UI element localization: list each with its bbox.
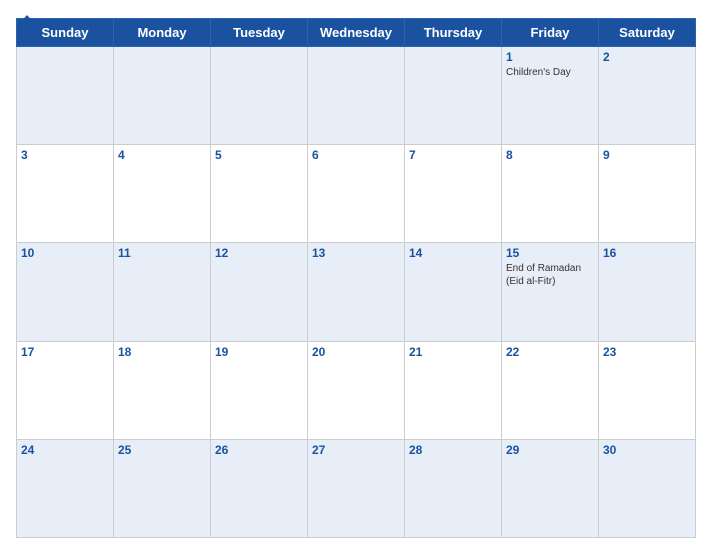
calendar-cell: 6 (308, 145, 405, 243)
weekday-header-wednesday: Wednesday (308, 19, 405, 47)
calendar-cell: 1 Children's Day (502, 47, 599, 145)
calendar-cell (17, 47, 114, 145)
calendar-cell: 19 (211, 341, 308, 439)
day-number: 22 (506, 345, 594, 359)
day-number: 14 (409, 246, 497, 260)
calendar-week-row: 3456789 (17, 145, 696, 243)
day-number: 9 (603, 148, 691, 162)
calendar-week-row: 1 Children's Day 2 (17, 47, 696, 145)
calendar-cell: 24 (17, 439, 114, 537)
day-number: 20 (312, 345, 400, 359)
calendar-table: SundayMondayTuesdayWednesdayThursdayFrid… (16, 18, 696, 538)
calendar-cell: 11 (114, 243, 211, 341)
calendar-cell: 12 (211, 243, 308, 341)
day-number: 12 (215, 246, 303, 260)
day-number: 18 (118, 345, 206, 359)
calendar-cell: 15 End of Ramadan (Eid al-Fitr) (502, 243, 599, 341)
weekday-header-monday: Monday (114, 19, 211, 47)
holiday-label: Children's Day (506, 66, 594, 79)
calendar-cell: 7 (405, 145, 502, 243)
day-number: 6 (312, 148, 400, 162)
day-number: 21 (409, 345, 497, 359)
day-number: 19 (215, 345, 303, 359)
day-number: 4 (118, 148, 206, 162)
calendar-cell: 10 (17, 243, 114, 341)
calendar-cell: 8 (502, 145, 599, 243)
holiday-label: End of Ramadan (Eid al-Fitr) (506, 262, 594, 288)
day-number: 10 (21, 246, 109, 260)
day-number: 7 (409, 148, 497, 162)
weekday-header-tuesday: Tuesday (211, 19, 308, 47)
day-number: 27 (312, 443, 400, 457)
calendar-page: SundayMondayTuesdayWednesdayThursdayFrid… (0, 0, 712, 550)
day-number: 8 (506, 148, 594, 162)
calendar-cell: 14 (405, 243, 502, 341)
calendar-cell: 21 (405, 341, 502, 439)
calendar-cell: 5 (211, 145, 308, 243)
calendar-cell: 17 (17, 341, 114, 439)
day-number: 30 (603, 443, 691, 457)
calendar-cell: 9 (599, 145, 696, 243)
calendar-cell: 13 (308, 243, 405, 341)
day-number: 5 (215, 148, 303, 162)
logo (16, 12, 36, 40)
weekday-header-thursday: Thursday (405, 19, 502, 47)
calendar-cell: 2 (599, 47, 696, 145)
calendar-week-row: 17 18 19 20 21 22 23 (17, 341, 696, 439)
weekday-header-row: SundayMondayTuesdayWednesdayThursdayFrid… (17, 19, 696, 47)
calendar-cell: 25 (114, 439, 211, 537)
day-number: 23 (603, 345, 691, 359)
calendar-cell (308, 47, 405, 145)
calendar-cell (211, 47, 308, 145)
day-number: 11 (118, 246, 206, 260)
day-number: 15 (506, 246, 594, 260)
calendar-cell: 26 (211, 439, 308, 537)
day-number: 16 (603, 246, 691, 260)
calendar-cell (114, 47, 211, 145)
weekday-header-friday: Friday (502, 19, 599, 47)
calendar-week-row: 24 25 26 27 28 29 30 (17, 439, 696, 537)
calendar-cell: 22 (502, 341, 599, 439)
calendar-cell: 4 (114, 145, 211, 243)
day-number: 24 (21, 443, 109, 457)
day-number: 28 (409, 443, 497, 457)
day-number: 17 (21, 345, 109, 359)
day-number: 1 (506, 50, 594, 64)
calendar-cell: 16 (599, 243, 696, 341)
day-number: 3 (21, 148, 109, 162)
day-number: 25 (118, 443, 206, 457)
calendar-cell (405, 47, 502, 145)
calendar-cell: 30 (599, 439, 696, 537)
calendar-cell: 18 (114, 341, 211, 439)
calendar-cell: 3 (17, 145, 114, 243)
calendar-week-row: 10 11 12 13 14 15 End of Ramadan (Eid al-Fitr)… (17, 243, 696, 341)
day-number: 13 (312, 246, 400, 260)
calendar-cell: 29 (502, 439, 599, 537)
calendar-cell: 23 (599, 341, 696, 439)
logo-bird-icon (18, 13, 36, 40)
weekday-header-saturday: Saturday (599, 19, 696, 47)
calendar-cell: 28 (405, 439, 502, 537)
day-number: 29 (506, 443, 594, 457)
calendar-cell: 27 (308, 439, 405, 537)
calendar-cell: 20 (308, 341, 405, 439)
day-number: 26 (215, 443, 303, 457)
day-number: 2 (603, 50, 691, 64)
